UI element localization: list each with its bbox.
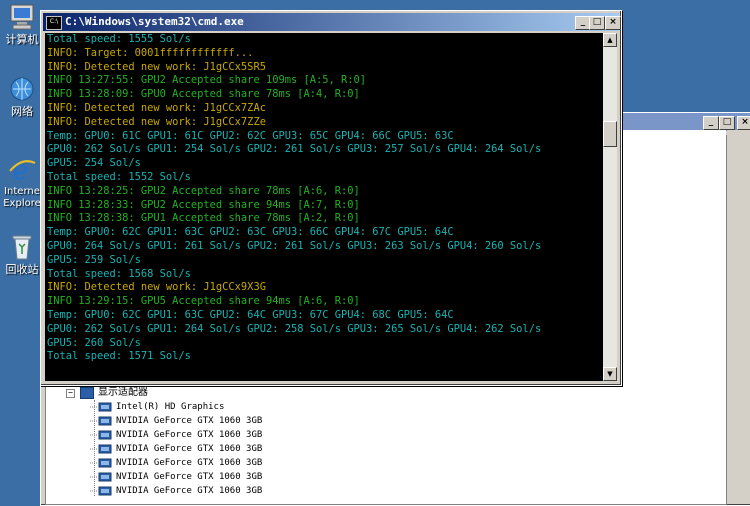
tree-category-label: 显示适配器 xyxy=(98,387,148,398)
console-line: INFO: Detected new work: J1gCCx7ZZe xyxy=(47,115,266,128)
console-line: GPU0: 262 Sol/s GPU1: 264 Sol/s GPU2: 25… xyxy=(47,322,542,335)
console-line: GPU0: 262 Sol/s GPU1: 254 Sol/s GPU2: 26… xyxy=(47,143,542,156)
recycle-bin-icon xyxy=(7,232,37,262)
maximize-button[interactable]: □ xyxy=(589,16,605,30)
graphics-card-icon xyxy=(90,402,112,412)
device-manager-titlebar[interactable]: _ □ × xyxy=(621,113,750,131)
console-line: Total speed: 1571 Sol/s xyxy=(47,350,191,363)
console-line: Temp: GPU0: 62C GPU1: 63C GPU2: 63C GPU3… xyxy=(47,226,454,239)
graphics-card-icon xyxy=(90,430,112,440)
scroll-down-button[interactable]: ▼ xyxy=(603,367,617,381)
console-line: INFO: Detected new work: J1gCCx5SR5 xyxy=(47,60,266,73)
computer-icon xyxy=(7,2,37,32)
console-line: INFO 13:28:38: GPU1 Accepted share 78ms … xyxy=(47,212,360,225)
device-name: NVIDIA GeForce GTX 1060 3GB xyxy=(116,444,263,454)
desktop-icon-label: 网络 xyxy=(11,105,33,118)
console-line: INFO: Detected new work: J1gCCx9X3G xyxy=(47,281,266,294)
minimize-button[interactable]: _ xyxy=(703,116,719,130)
console-line: INFO 13:28:25: GPU2 Accepted share 78ms … xyxy=(47,184,360,197)
internet-explorer-icon: e xyxy=(7,154,37,186)
console-line: Temp: GPU0: 61C GPU1: 61C GPU2: 62C GPU3… xyxy=(47,129,454,142)
collapse-toggle[interactable]: − xyxy=(66,389,75,398)
display-adapter-icon xyxy=(80,387,94,399)
device-name: NVIDIA GeForce GTX 1060 3GB xyxy=(116,430,263,440)
maximize-button[interactable]: □ xyxy=(719,116,735,130)
device-manager-right-pane xyxy=(618,130,726,374)
graphics-card-icon xyxy=(90,472,112,482)
desktop-icon-internet-explorer[interactable]: e Interne Explore xyxy=(0,154,44,210)
console-line: GPU5: 254 Sol/s xyxy=(47,157,141,170)
window-title: C:\Windows\system32\cmd.exe xyxy=(65,15,244,28)
console-line: GPU0: 264 Sol/s GPU1: 261 Sol/s GPU2: 26… xyxy=(47,239,542,252)
console-line: INFO 13:28:09: GPU0 Accepted share 78ms … xyxy=(47,88,360,101)
device-name: NVIDIA GeForce GTX 1060 3GB xyxy=(116,472,263,482)
svg-text:e: e xyxy=(13,156,28,184)
scroll-up-button[interactable]: ▲ xyxy=(603,33,617,47)
cmd-icon: C:\ xyxy=(46,16,62,30)
desktop-icon-recycle-bin[interactable]: 回收站 xyxy=(0,232,44,276)
graphics-card-icon xyxy=(90,444,112,454)
console-line: Total speed: 1555 Sol/s xyxy=(47,33,191,45)
console-line: INFO 13:28:33: GPU2 Accepted share 94ms … xyxy=(47,198,360,211)
desktop-icon-label: Interne Explore xyxy=(3,186,41,209)
desktop-icon-network[interactable]: 网络 xyxy=(0,74,44,118)
cmd-titlebar[interactable]: C:\ C:\Windows\system32\cmd.exe _ □ × xyxy=(43,13,621,31)
console-line: INFO: Target: 0001ffffffffffff... xyxy=(47,46,254,59)
graphics-card-icon xyxy=(90,416,112,426)
console-line: Temp: GPU0: 62C GPU1: 63C GPU2: 64C GPU3… xyxy=(47,308,454,321)
console-line: Total speed: 1568 Sol/s xyxy=(47,267,191,280)
desktop-icon-computer[interactable]: 计算机 xyxy=(0,2,44,46)
vertical-scrollbar[interactable]: ▲ ▼ xyxy=(603,33,617,381)
close-button[interactable]: × xyxy=(605,16,621,30)
close-button[interactable]: × xyxy=(737,116,750,130)
console-line: INFO 13:27:55: GPU2 Accepted share 109ms… xyxy=(47,74,367,87)
device-name: NVIDIA GeForce GTX 1060 3GB xyxy=(116,486,263,496)
console-line: INFO: Detected new work: J1gCCx7ZAc xyxy=(47,101,266,114)
device-name: NVIDIA GeForce GTX 1060 3GB xyxy=(116,458,263,468)
desktop-icon-label: 计算机 xyxy=(5,33,39,46)
console-output[interactable]: Total speed: 1555 Sol/s INFO: Target: 000… xyxy=(45,33,603,381)
scrollbar-thumb[interactable] xyxy=(603,120,617,147)
graphics-card-icon xyxy=(90,486,112,496)
console-line: Total speed: 1552 Sol/s xyxy=(47,170,191,183)
console-line: GPU5: 259 Sol/s xyxy=(47,253,141,266)
device-name: NVIDIA GeForce GTX 1060 3GB xyxy=(116,416,263,426)
console-line: INFO 13:29:15: GPU5 Accepted share 94ms … xyxy=(47,295,360,308)
console-line: GPU5: 260 Sol/s xyxy=(47,336,141,349)
device-name: Intel(R) HD Graphics xyxy=(116,402,225,412)
device-manager-scroll-area xyxy=(727,130,750,500)
network-icon xyxy=(7,74,37,104)
graphics-card-icon xyxy=(90,458,112,468)
desktop-icon-label: 回收站 xyxy=(5,263,39,276)
cmd-window[interactable]: C:\ C:\Windows\system32\cmd.exe _ □ × To… xyxy=(40,10,622,386)
